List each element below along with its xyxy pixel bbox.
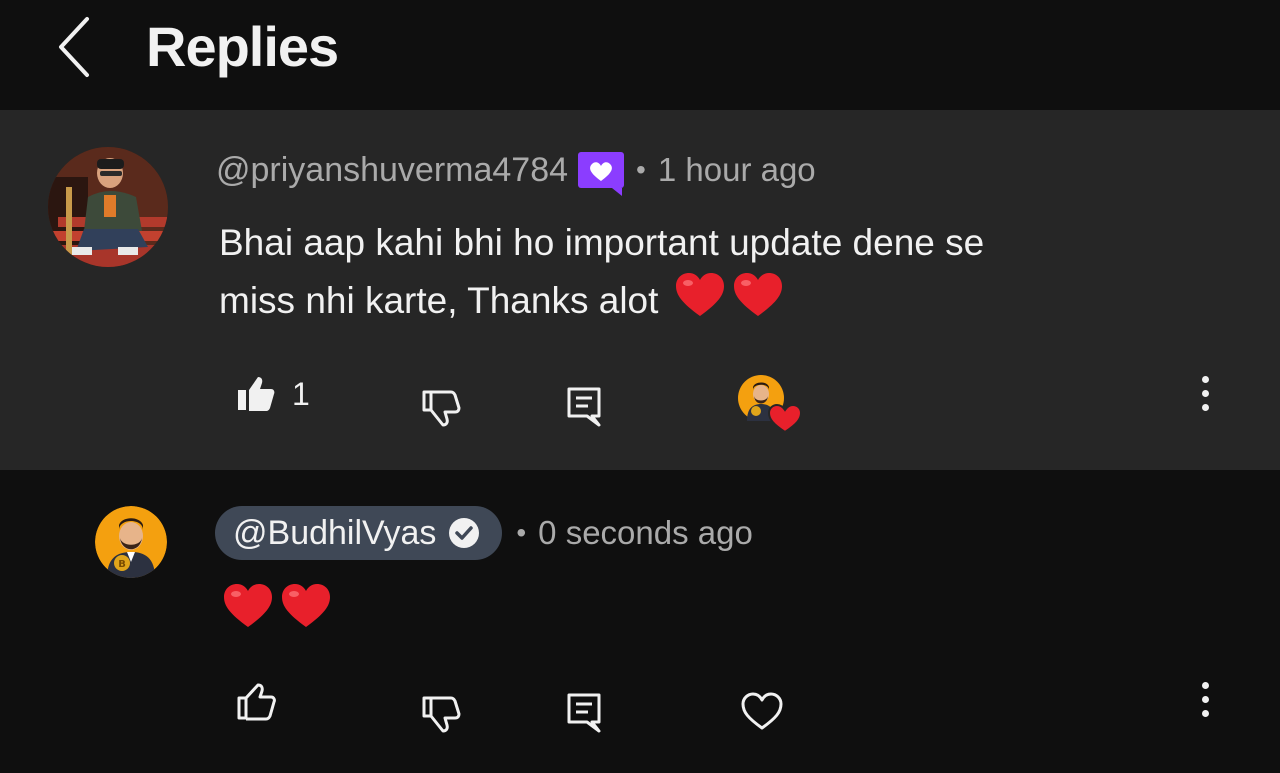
comment-time: 1 hour ago xyxy=(657,151,816,188)
red-heart-emoji xyxy=(224,584,272,627)
page-title: Replies xyxy=(146,15,339,78)
comment-text-line: miss nhi karte, Thanks alot xyxy=(219,280,659,321)
comment-text xyxy=(222,582,332,640)
more-options-button[interactable] xyxy=(1195,376,1215,411)
comment-author: @BudhilVyas xyxy=(233,513,437,552)
comment-icon xyxy=(567,387,601,427)
comment-text-line-2: miss nhi karte, Thanks alot xyxy=(219,271,984,329)
chevron-left-icon xyxy=(59,17,89,77)
comment-icon xyxy=(567,693,601,733)
heart-outline-icon xyxy=(741,692,783,730)
more-dot xyxy=(1201,390,1209,397)
like-count: 1 xyxy=(292,375,310,412)
comment-text-line: Bhai aap kahi bhi ho important update de… xyxy=(219,222,985,263)
creator-handle-pill[interactable]: @BudhilVyas xyxy=(215,506,503,560)
more-dot xyxy=(1201,682,1209,689)
comment-meta: @BudhilVyas • 0 seconds ago xyxy=(215,506,753,560)
verified-check-icon xyxy=(449,518,480,548)
thumbs-up-icon xyxy=(237,683,276,721)
avatar[interactable] xyxy=(48,147,168,267)
thumbs-down-icon xyxy=(422,696,461,733)
reply-button[interactable] xyxy=(566,386,602,428)
heart-button[interactable] xyxy=(740,690,784,732)
creator-heart-icon xyxy=(738,375,801,434)
red-heart-emoji xyxy=(282,584,330,627)
reply-comment: B @BudhilVyas • 0 seconds ago xyxy=(0,470,1280,773)
comment-time: 0 seconds ago xyxy=(538,514,753,551)
meta-separator: • xyxy=(636,154,646,185)
comment-meta: @priyanshuverma4784 • 1 hour ago xyxy=(216,146,816,196)
svg-text:B: B xyxy=(118,559,126,570)
more-dot xyxy=(1201,376,1209,383)
comment-text: Bhai aap kahi bhi ho important update de… xyxy=(219,214,984,329)
creator-heart xyxy=(737,374,801,434)
red-heart-emoji xyxy=(734,273,783,316)
like-button[interactable]: 1 xyxy=(236,374,310,414)
comment-author[interactable]: @priyanshuverma4784 xyxy=(216,151,568,190)
more-dot xyxy=(1201,404,1209,411)
header-bar: Replies xyxy=(0,0,1280,110)
like-button[interactable] xyxy=(236,682,276,722)
thumbs-down-icon xyxy=(422,390,461,427)
more-dot xyxy=(1201,710,1209,717)
thumbs-up-filled-icon xyxy=(238,377,275,411)
more-dot xyxy=(1201,696,1209,703)
dislike-button[interactable] xyxy=(421,694,461,734)
parent-comment: @priyanshuverma4784 • 1 hour ago Bhai aa… xyxy=(0,110,1280,470)
back-button[interactable] xyxy=(48,12,98,82)
member-badge-heart-icon xyxy=(578,152,625,196)
dislike-button[interactable] xyxy=(421,388,461,428)
meta-separator: • xyxy=(516,517,527,548)
more-options-button[interactable] xyxy=(1195,682,1215,717)
reply-button[interactable] xyxy=(566,692,602,734)
avatar[interactable]: B xyxy=(95,506,167,578)
red-heart-emoji xyxy=(676,273,725,316)
